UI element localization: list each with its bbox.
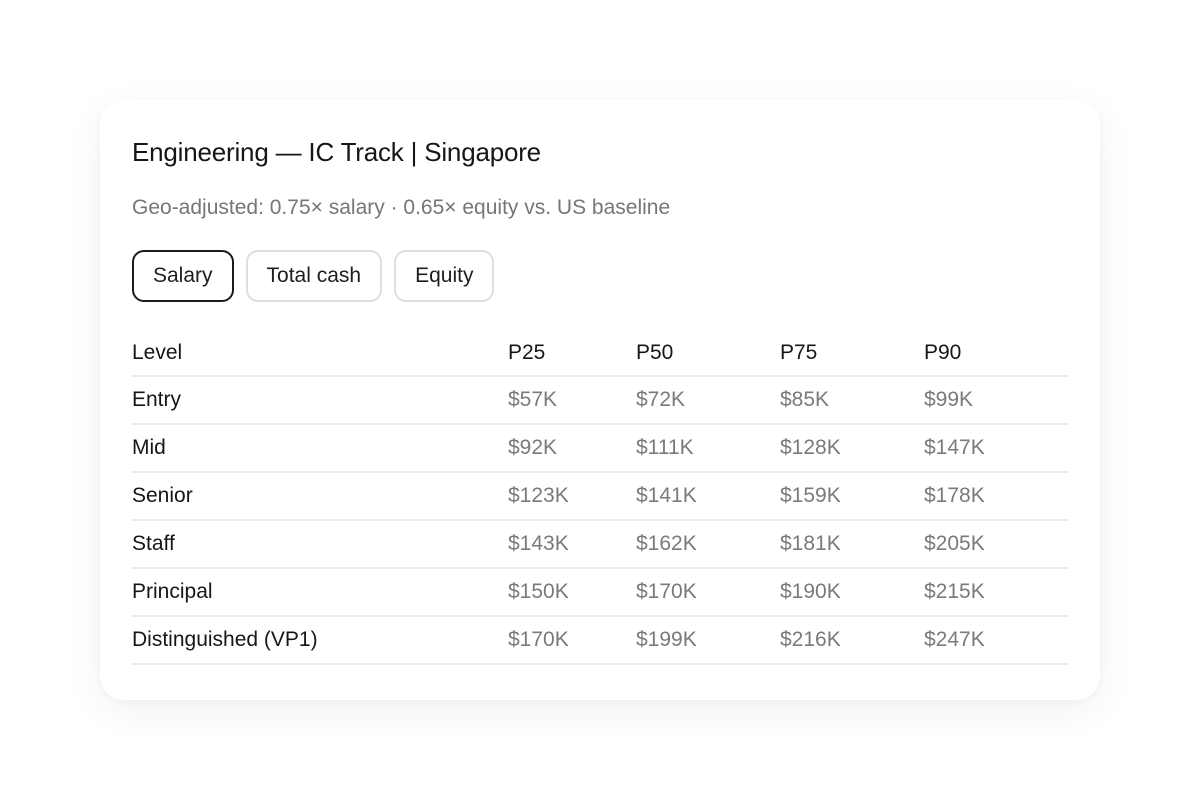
p75-cell: $128K [780, 424, 924, 473]
table-row: Mid $92K $111K $128K $147K [132, 424, 1068, 473]
level-cell: Principal [132, 568, 508, 617]
table-row: Staff $143K $162K $181K $205K [132, 520, 1068, 569]
metric-tabs: Salary Total cash Equity [132, 250, 1068, 302]
geo-adjustment-note: Geo-adjusted: 0.75× salary · 0.65× equit… [132, 196, 671, 219]
p75-cell: $159K [780, 472, 924, 521]
column-header-p75: P75 [780, 330, 924, 377]
column-header-p25: P25 [508, 330, 636, 377]
level-cell: Distinguished (VP1) [132, 616, 508, 665]
p90-cell: $178K [924, 472, 1068, 521]
column-header-p50: P50 [636, 330, 780, 377]
p25-cell: $123K [508, 472, 636, 521]
p90-cell: $205K [924, 520, 1068, 569]
p90-cell: $147K [924, 424, 1068, 473]
level-cell: Senior [132, 472, 508, 521]
p90-cell: $247K [924, 616, 1068, 665]
p50-cell: $111K [636, 424, 780, 473]
table-row: Distinguished (VP1) $170K $199K $216K $2… [132, 616, 1068, 665]
p25-cell: $57K [508, 376, 636, 425]
p75-cell: $85K [780, 376, 924, 425]
tab-equity[interactable]: Equity [394, 250, 495, 302]
p50-cell: $199K [636, 616, 780, 665]
p50-cell: $141K [636, 472, 780, 521]
level-cell: Entry [132, 376, 508, 425]
compensation-card: Engineering — IC Track | Singapore Geo-a… [100, 100, 1100, 700]
p25-cell: $92K [508, 424, 636, 473]
p75-cell: $190K [780, 568, 924, 617]
table-row: Entry $57K $72K $85K $99K [132, 376, 1068, 425]
column-header-p90: P90 [924, 330, 1068, 377]
table-row: Senior $123K $141K $159K $178K [132, 472, 1068, 521]
p25-cell: $150K [508, 568, 636, 617]
table-row: Principal $150K $170K $190K $215K [132, 568, 1068, 617]
tab-salary[interactable]: Salary [132, 250, 234, 302]
p50-cell: $162K [636, 520, 780, 569]
compensation-table: Level P25 P50 P75 P90 Entry $57K $72K $8… [132, 330, 1068, 665]
p25-cell: $143K [508, 520, 636, 569]
table-header-row: Level P25 P50 P75 P90 [132, 330, 1068, 377]
p90-cell: $99K [924, 376, 1068, 425]
column-header-level: Level [132, 330, 508, 377]
p75-cell: $181K [780, 520, 924, 569]
level-cell: Mid [132, 424, 508, 473]
p75-cell: $216K [780, 616, 924, 665]
p25-cell: $170K [508, 616, 636, 665]
tab-total-cash[interactable]: Total cash [245, 250, 383, 302]
p50-cell: $72K [636, 376, 780, 425]
level-cell: Staff [132, 520, 508, 569]
p90-cell: $215K [924, 568, 1068, 617]
card-title: Engineering — IC Track | Singapore [132, 137, 541, 167]
p50-cell: $170K [636, 568, 780, 617]
